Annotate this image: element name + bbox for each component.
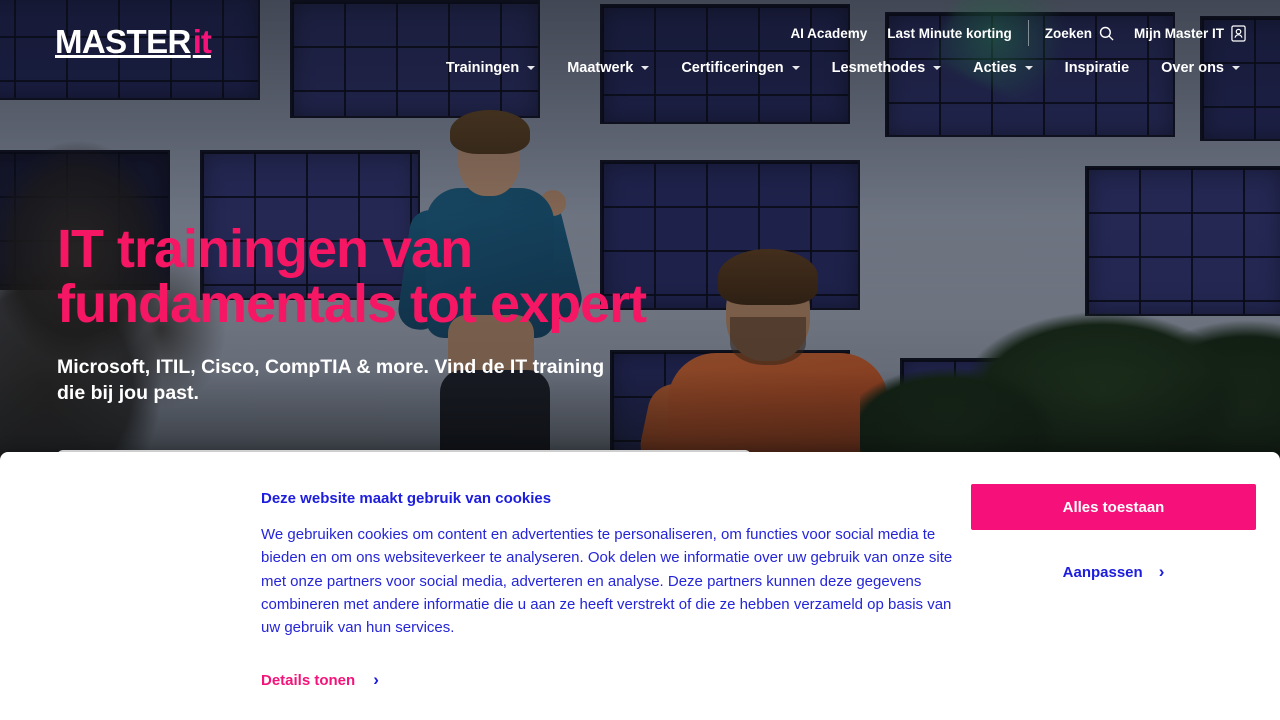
hero-subtitle: Microsoft, ITIL, Cisco, CompTIA & more. … (57, 354, 757, 406)
cookie-heading: Deze website maakt gebruik van cookies (261, 490, 552, 507)
hero-title-line-1: IT trainingen van (57, 219, 473, 279)
nav-item-label: Maatwerk (567, 60, 634, 76)
customize-settings-button[interactable]: Aanpassen › (1063, 562, 1165, 582)
nav-item-label: Trainingen (445, 60, 520, 76)
search-label: Zoeken (1044, 25, 1092, 41)
chevron-down-icon (527, 66, 536, 70)
cookie-body-text: We gebruiken cookies om content en adver… (261, 526, 953, 636)
nav-item-certificeringen[interactable]: Certificeringen (665, 60, 815, 76)
nav-item-over-ons[interactable]: Over ons (1145, 60, 1256, 76)
customize-label: Aanpassen (1062, 563, 1143, 581)
cookie-actions: Alles toestaan Aanpassen › (971, 484, 1256, 582)
chevron-down-icon (933, 66, 942, 70)
chevron-right-icon: › (373, 670, 379, 689)
page-title: IT trainingen van fundamentals tot exper… (57, 219, 757, 335)
accept-all-button[interactable]: Alles toestaan (971, 484, 1256, 530)
nav-item-label: Over ons (1161, 60, 1224, 76)
chevron-down-icon (1232, 66, 1240, 70)
nav-item-label: Inspiratie (1064, 60, 1130, 76)
user-account-icon (1231, 24, 1246, 42)
logo-text-main: MASTER (55, 23, 191, 60)
search-icon (1099, 26, 1114, 41)
nav-item-label: Certificeringen (681, 60, 784, 76)
main-navigation: Trainingen Maatwerk Certificeringen Lesm… (430, 60, 1256, 76)
nav-item-maatwerk[interactable]: Maatwerk (551, 60, 665, 76)
cookie-consent-banner: Deze website maakt gebruik van cookies W… (0, 452, 1280, 720)
logo-text-accent: it (192, 23, 212, 60)
my-account-label: Mijn Master IT (1133, 25, 1224, 41)
show-details-label: Details tonen (261, 671, 356, 689)
utility-nav-divider (1027, 20, 1029, 46)
nav-item-acties[interactable]: Acties (957, 60, 1049, 76)
hero-title-line-2: fundamentals tot expert (57, 274, 647, 335)
nav-item-label: Acties (973, 60, 1017, 76)
nav-item-trainingen[interactable]: Trainingen (430, 60, 551, 76)
nav-item-label: Lesmethodes (831, 60, 926, 76)
chevron-down-icon (641, 66, 650, 70)
hero-subtitle-line-1: Microsoft, ITIL, Cisco, CompTIA & more. … (57, 356, 605, 379)
site-logo[interactable]: MASTERit (55, 23, 212, 60)
my-account-link[interactable]: Mijn Master IT (1124, 24, 1256, 42)
utility-link-last-minute-korting[interactable]: Last Minute korting (877, 26, 1022, 41)
utility-link-label: AI Academy (790, 25, 868, 41)
hero-subtitle-line-2: die bij jou past. (57, 382, 199, 405)
chevron-down-icon (1024, 66, 1033, 70)
utility-nav: AI Academy Last Minute korting Zoeken Mi… (780, 20, 1256, 46)
hero-content: IT trainingen van fundamentals tot exper… (57, 219, 757, 406)
chevron-down-icon (791, 66, 800, 70)
nav-item-inspiratie[interactable]: Inspiratie (1049, 60, 1145, 76)
nav-item-lesmethodes[interactable]: Lesmethodes (816, 60, 957, 76)
page-root: MASTERit AI Academy Last Minute korting … (0, 0, 1280, 720)
site-header: MASTERit AI Academy Last Minute korting … (0, 0, 1280, 96)
chevron-right-icon: › (1158, 562, 1165, 581)
cookie-text-block: Deze website maakt gebruik van cookies W… (261, 490, 961, 639)
show-details-link[interactable]: Details tonen › (261, 670, 379, 690)
search-button[interactable]: Zoeken (1035, 26, 1124, 41)
utility-link-label: Last Minute korting (887, 25, 1012, 41)
utility-link-ai-academy[interactable]: AI Academy (780, 26, 877, 41)
